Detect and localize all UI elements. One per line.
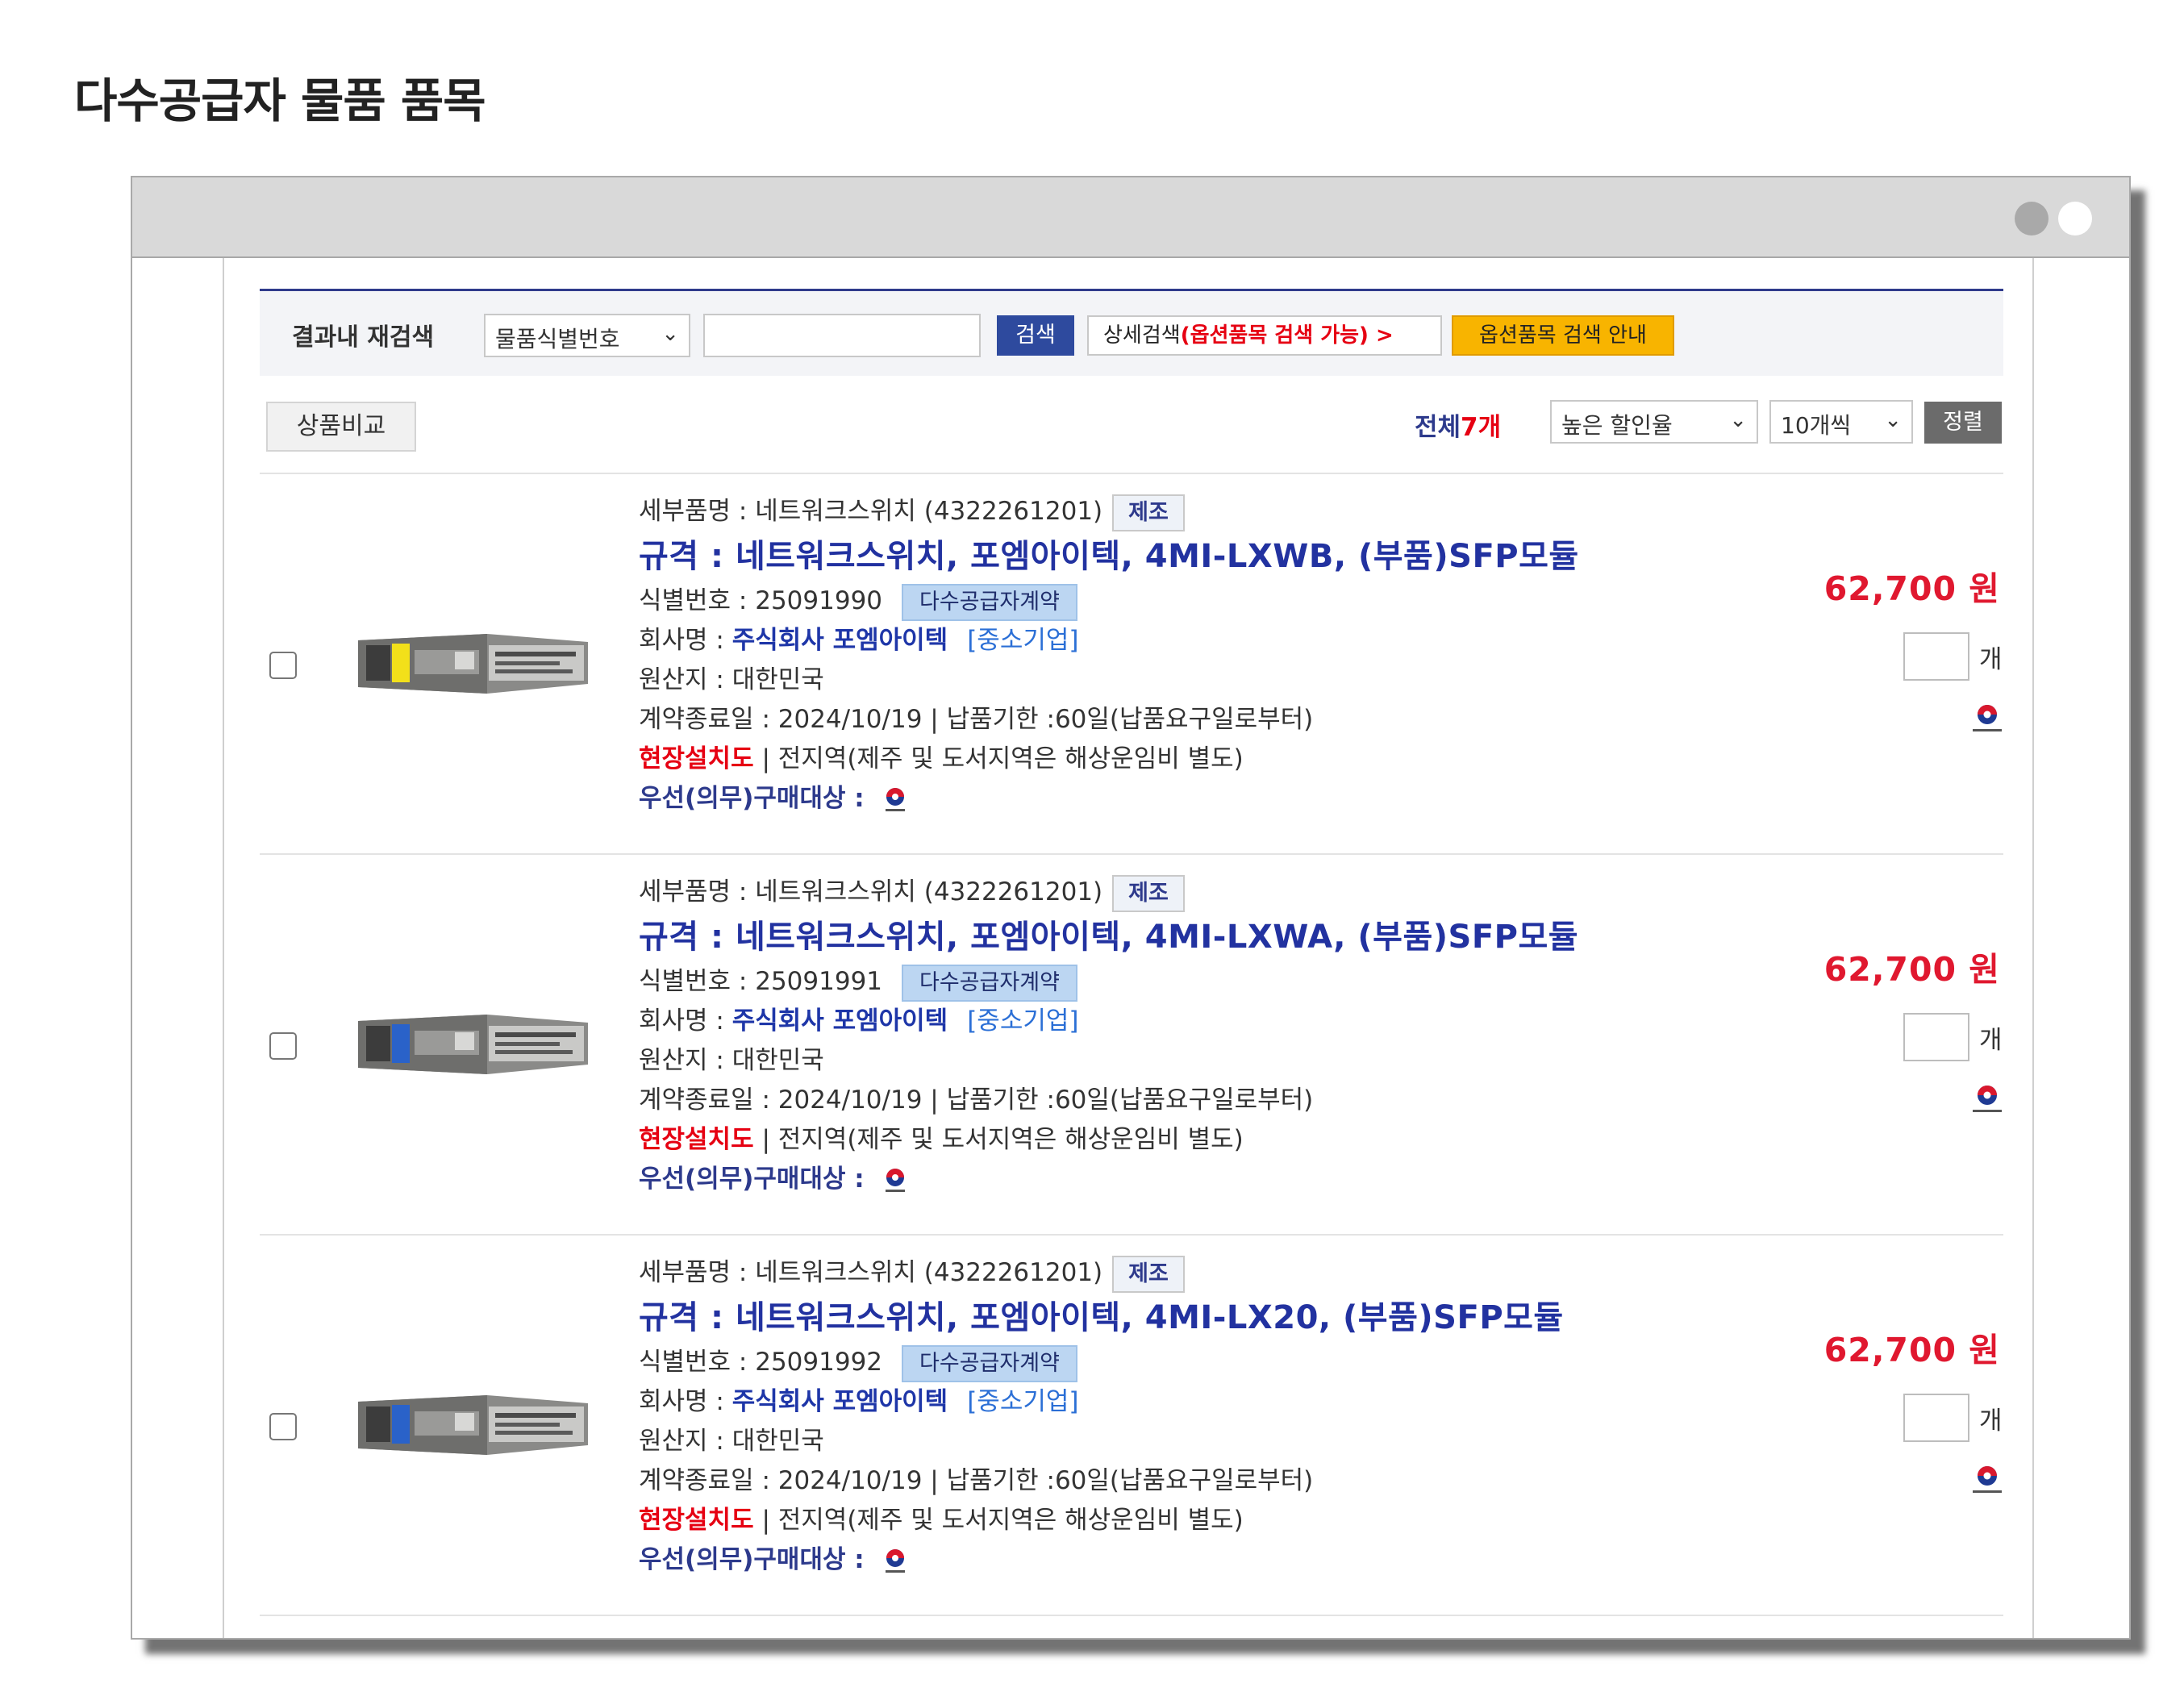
contract-info: 계약종료일 : 2024/10/19 | 납품기한 :60일(납품요구일로부터) bbox=[639, 1086, 1314, 1115]
contract-type-tag: 다수공급자계약 bbox=[902, 964, 1077, 1002]
contract-type-tag: 다수공급자계약 bbox=[902, 583, 1077, 621]
search-button[interactable]: 검색 bbox=[997, 315, 1074, 356]
contract-type-tag: 다수공급자계약 bbox=[902, 1344, 1077, 1382]
install-info: | 전지역(제주 및 도서지역은 해상운임비 별도) bbox=[753, 1125, 1244, 1154]
detail-search-option-note: (옵션품목 검색 가능) > bbox=[1180, 323, 1394, 348]
quantity-input[interactable] bbox=[1903, 632, 1969, 681]
government-certification-icon bbox=[1973, 705, 2002, 731]
window-control-dot[interactable] bbox=[2015, 202, 2049, 235]
chevron-down-icon: ⌄ bbox=[1884, 408, 1902, 432]
government-certification-icon bbox=[1973, 1466, 2002, 1493]
page-title: 다수공급자 물품 품목 bbox=[74, 73, 486, 128]
quantity-input[interactable] bbox=[1903, 1013, 1969, 1061]
contract-info: 계약종료일 : 2024/10/19 | 납품기한 :60일(납품요구일로부터) bbox=[639, 705, 1314, 734]
compare-products-button[interactable]: 상품비교 bbox=[266, 402, 416, 452]
detail-search-button[interactable]: 상세검색(옵션품목 검색 가능) > bbox=[1087, 315, 1442, 356]
preferred-purchase-label: 우선(의무)구매대상 : bbox=[639, 784, 865, 813]
chevron-down-icon: ⌄ bbox=[661, 322, 679, 346]
company-type: [중소기업] bbox=[967, 626, 1079, 655]
company-label: 회사명 : bbox=[639, 1387, 732, 1416]
manufacture-tag: 제조 bbox=[1112, 874, 1185, 912]
government-certification-icon bbox=[885, 787, 905, 811]
chevron-down-icon: ⌄ bbox=[1729, 408, 1747, 432]
product-select-checkbox[interactable] bbox=[269, 1032, 297, 1060]
total-count: 전체7개 bbox=[1415, 406, 1501, 443]
government-certification-icon bbox=[1973, 1086, 2002, 1112]
product-info: 세부품명 : 네트워크스위치 (4322261201) 제조 규격 : 네트워크스… bbox=[639, 492, 1848, 819]
install-label: 현장설치도 bbox=[639, 1125, 754, 1154]
product-price: 62,700 원 bbox=[1823, 569, 2000, 608]
company-name-link[interactable]: 주식회사 포엠아이텍 bbox=[732, 1387, 948, 1416]
identification-number: 식별번호 : 25091990 bbox=[639, 586, 883, 615]
sfp-module-image bbox=[358, 1395, 588, 1455]
identification-number: 식별번호 : 25091991 bbox=[639, 967, 883, 996]
per-page-value: 10개씩 bbox=[1781, 412, 1852, 439]
government-certification-icon bbox=[885, 1548, 905, 1573]
sfp-module-image bbox=[358, 1015, 588, 1074]
product-spec-link[interactable]: 규격 : 네트워크스위치, 포엠아이텍, 4MI-LXWA, (부품)SFP모듈 bbox=[639, 912, 1848, 962]
sort-order-value: 높은 할인율 bbox=[1561, 412, 1673, 439]
refine-search-label: 결과내 재검색 bbox=[292, 323, 435, 352]
company-name-link[interactable]: 주식회사 포엠아이텍 bbox=[732, 626, 948, 655]
sfp-module-image bbox=[358, 634, 588, 694]
detail-search-label: 상세검색 bbox=[1103, 323, 1181, 348]
quantity-unit: 개 bbox=[1979, 1407, 2003, 1436]
product-spec-link[interactable]: 규격 : 네트워크스위치, 포엠아이텍, 4MI-LXWB, (부품)SFP모듈 bbox=[639, 531, 1848, 581]
company-type: [중소기업] bbox=[967, 1387, 1079, 1416]
contract-info: 계약종료일 : 2024/10/19 | 납품기한 :60일(납품요구일로부터) bbox=[639, 1466, 1314, 1495]
quantity-unit: 개 bbox=[1979, 1026, 2003, 1055]
government-certification-icon bbox=[885, 1168, 905, 1192]
product-select-checkbox[interactable] bbox=[269, 1413, 297, 1440]
total-label: 전체 bbox=[1415, 413, 1461, 442]
detail-name: 세부품명 : 네트워크스위치 (4322261201) bbox=[639, 497, 1103, 526]
product-info: 세부품명 : 네트워크스위치 (4322261201) 제조 규격 : 네트워크스… bbox=[639, 1253, 1848, 1580]
product-info: 세부품명 : 네트워크스위치 (4322261201) 제조 규격 : 네트워크스… bbox=[639, 873, 1848, 1199]
sort-order-select[interactable]: 높은 할인율 ⌄ bbox=[1550, 400, 1758, 444]
product-select-checkbox[interactable] bbox=[269, 652, 297, 679]
install-label: 현장설치도 bbox=[639, 1506, 754, 1535]
sort-button[interactable]: 정렬 bbox=[1924, 402, 2002, 444]
product-price: 62,700 원 bbox=[1823, 1331, 2000, 1369]
origin: 원산지 : 대한민국 bbox=[639, 1046, 824, 1075]
manufacture-tag: 제조 bbox=[1112, 1255, 1185, 1293]
product-spec-link[interactable]: 규격 : 네트워크스위치, 포엠아이텍, 4MI-LX20, (부품)SFP모듈 bbox=[639, 1293, 1848, 1343]
preferred-purchase-label: 우선(의무)구매대상 : bbox=[639, 1545, 865, 1574]
browser-window: 결과내 재검색 물품식별번호 ⌄ 검색 상세검색(옵션품목 검색 가능) > 옵… bbox=[131, 176, 2131, 1640]
product-item: 세부품명 : 네트워크스위치 (4322261201) 제조 규격 : 네트워크스… bbox=[260, 474, 2003, 855]
window-control-dot[interactable] bbox=[2058, 202, 2092, 235]
total-count-value: 7개 bbox=[1461, 413, 1502, 442]
option-search-guide-button[interactable]: 옵션품목 검색 안내 bbox=[1452, 315, 1674, 356]
identification-number: 식별번호 : 25091992 bbox=[639, 1348, 883, 1377]
quantity-unit: 개 bbox=[1979, 645, 2003, 674]
origin: 원산지 : 대한민국 bbox=[639, 1427, 824, 1456]
install-info: | 전지역(제주 및 도서지역은 해상운임비 별도) bbox=[753, 744, 1244, 773]
search-field-select[interactable]: 물품식별번호 ⌄ bbox=[484, 314, 690, 357]
product-price: 62,700 원 bbox=[1823, 950, 2000, 989]
per-page-select[interactable]: 10개씩 ⌄ bbox=[1769, 400, 1913, 444]
detail-name: 세부품명 : 네트워크스위치 (4322261201) bbox=[639, 1258, 1103, 1287]
search-field-value: 물품식별번호 bbox=[495, 326, 620, 352]
product-item: 세부품명 : 네트워크스위치 (4322261201) 제조 규격 : 네트워크스… bbox=[260, 1236, 2003, 1616]
content-frame: 결과내 재검색 물품식별번호 ⌄ 검색 상세검색(옵션품목 검색 가능) > 옵… bbox=[223, 258, 2034, 1638]
preferred-purchase-label: 우선(의무)구매대상 : bbox=[639, 1165, 865, 1194]
search-input[interactable] bbox=[703, 314, 981, 357]
product-item: 세부품명 : 네트워크스위치 (4322261201) 제조 규격 : 네트워크스… bbox=[260, 855, 2003, 1236]
install-info: | 전지역(제주 및 도서지역은 해상운임비 별도) bbox=[753, 1506, 1244, 1535]
install-label: 현장설치도 bbox=[639, 744, 754, 773]
company-label: 회사명 : bbox=[639, 1006, 732, 1036]
quantity-input[interactable] bbox=[1903, 1394, 1969, 1442]
company-type: [중소기업] bbox=[967, 1006, 1079, 1036]
company-label: 회사명 : bbox=[639, 626, 732, 655]
origin: 원산지 : 대한민국 bbox=[639, 665, 824, 694]
manufacture-tag: 제조 bbox=[1112, 494, 1185, 531]
window-titlebar bbox=[132, 177, 2129, 258]
refine-search-bar: 결과내 재검색 물품식별번호 ⌄ 검색 상세검색(옵션품목 검색 가능) > 옵… bbox=[260, 289, 2003, 376]
detail-name: 세부품명 : 네트워크스위치 (4322261201) bbox=[639, 877, 1103, 906]
company-name-link[interactable]: 주식회사 포엠아이텍 bbox=[732, 1006, 948, 1036]
